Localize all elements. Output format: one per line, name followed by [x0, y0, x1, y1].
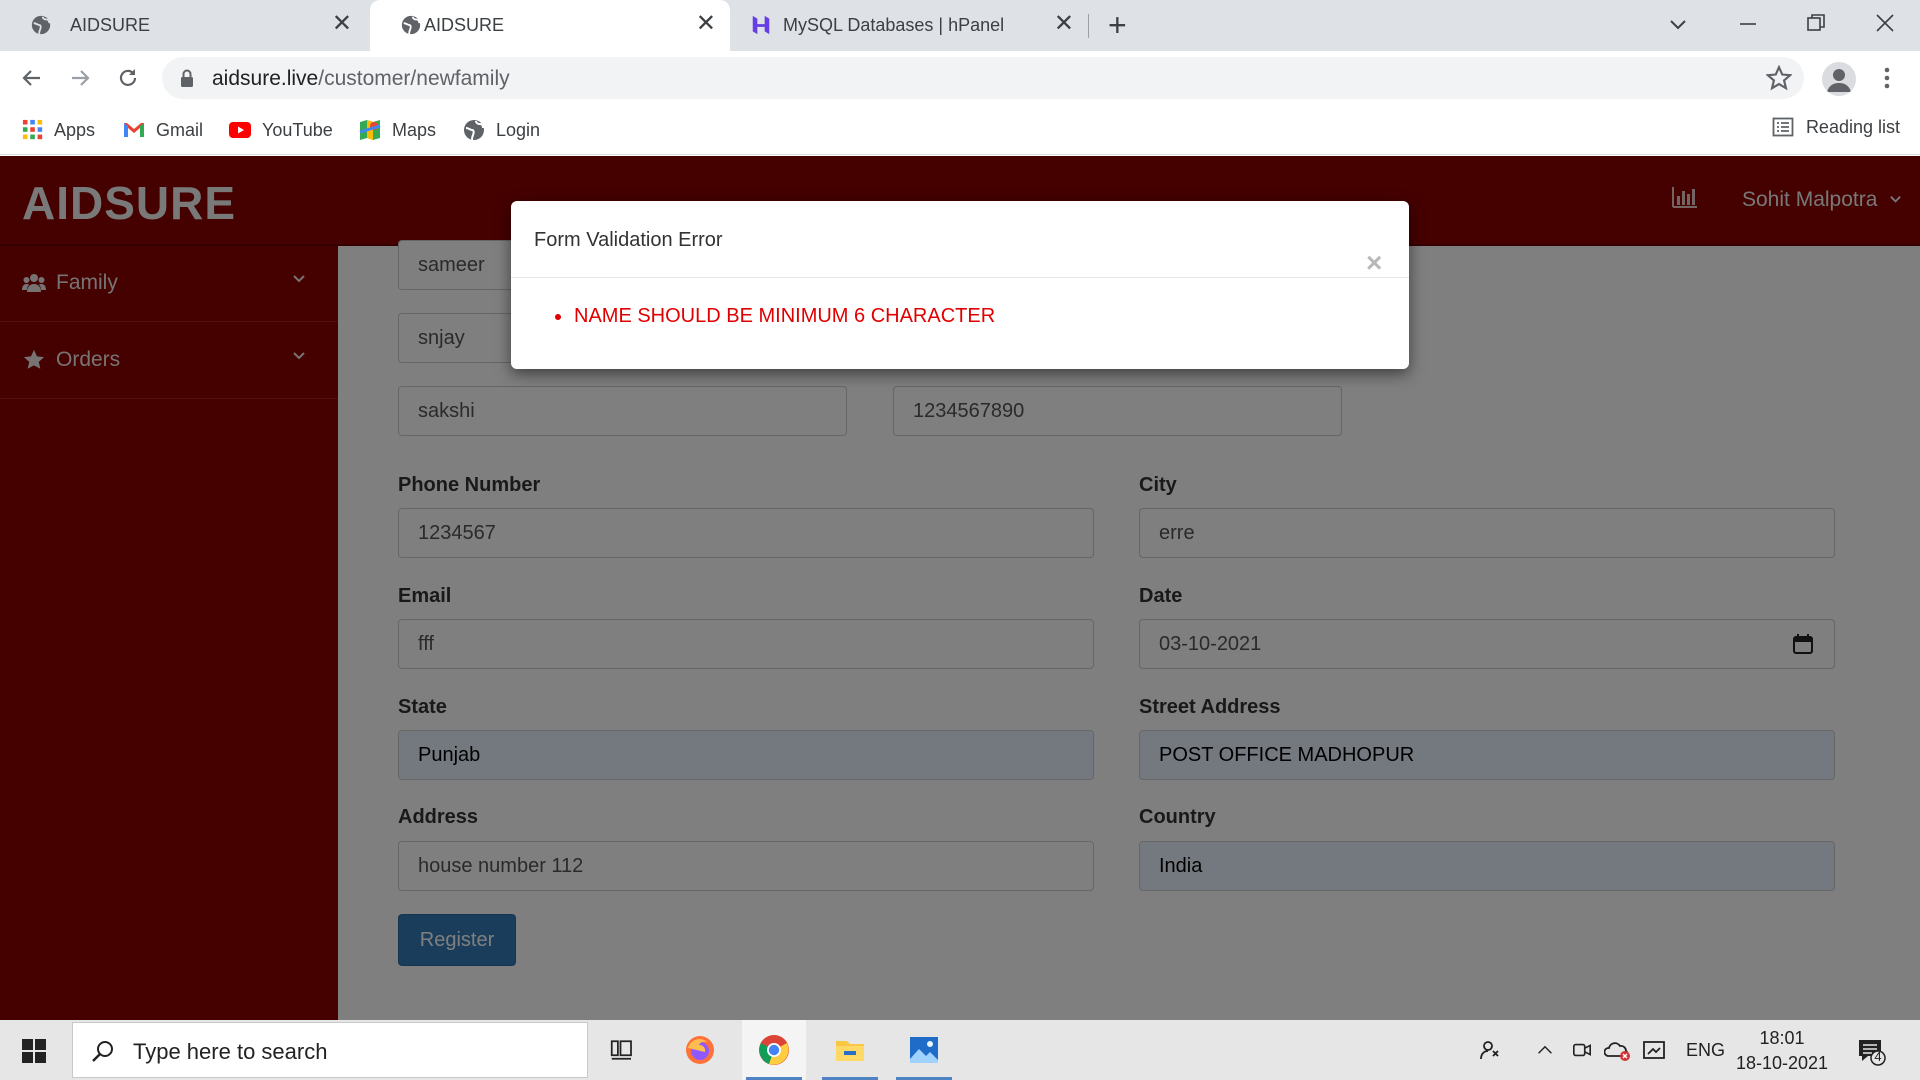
chevron-up-icon[interactable] — [1535, 1042, 1555, 1058]
taskbar-file-explorer[interactable] — [818, 1020, 882, 1080]
bookmark-apps[interactable]: Apps — [22, 116, 95, 144]
bookmark-gmail[interactable]: Gmail — [122, 116, 203, 144]
search-placeholder: Type here to search — [133, 1039, 328, 1064]
windows-start-icon[interactable] — [22, 1039, 46, 1063]
tab-aidsure-1[interactable]: AIDSURE ✕ — [0, 0, 366, 51]
hostinger-icon — [752, 15, 770, 35]
globe-icon — [464, 120, 484, 141]
bookmark-maps[interactable]: Maps — [358, 116, 436, 144]
url-host: aidsure.live — [212, 67, 319, 90]
taskbar-firefox[interactable] — [668, 1020, 732, 1080]
back-icon[interactable] — [20, 66, 44, 90]
input-language[interactable]: ENG — [1686, 1040, 1725, 1061]
more-menu-icon[interactable] — [1884, 66, 1890, 90]
browser-toolbar: aidsure.live/customer/newfamily — [0, 51, 1920, 105]
onedrive-error-icon[interactable] — [1604, 1040, 1632, 1062]
bookmark-label: Apps — [54, 119, 96, 140]
close-icon[interactable]: ✕ — [696, 12, 716, 36]
tab-title: AIDSURE — [424, 15, 505, 35]
web-page: AIDSURE Sohit Malpotra Family Orders sam… — [0, 156, 1920, 1020]
firefox-icon — [686, 1036, 714, 1064]
globe-icon — [31, 15, 51, 35]
reading-list-label: Reading list — [1805, 116, 1900, 137]
taskbar-chrome[interactable] — [742, 1020, 806, 1080]
taskbar-photos[interactable] — [892, 1020, 956, 1080]
clock-date: 18-10-2021 — [1735, 1053, 1829, 1073]
windows-taskbar: Type here to search ENG 18:01 18-10-2021… — [0, 1020, 1920, 1080]
bookmark-label: Maps — [392, 119, 437, 140]
taskbar-search-box[interactable]: Type here to search — [72, 1022, 588, 1078]
system-clock[interactable]: 18:01 18-10-2021 — [1730, 1026, 1834, 1076]
notification-count: 4 — [1874, 1049, 1882, 1064]
validation-error-message: NAME SHOULD BE MINIMUM 6 CHARACTER — [554, 305, 996, 327]
task-view-button[interactable] — [592, 1020, 656, 1080]
people-icon[interactable] — [1478, 1038, 1502, 1062]
bookmark-label: Gmail — [156, 119, 204, 140]
clock-time: 18:01 — [1759, 1028, 1805, 1048]
window-close-icon[interactable] — [1875, 13, 1895, 33]
search-icon — [92, 1041, 113, 1062]
network-icon[interactable] — [1642, 1038, 1666, 1062]
minimize-icon[interactable] — [1738, 14, 1758, 34]
forward-icon[interactable] — [68, 66, 92, 90]
modal-close-button[interactable]: × — [1366, 249, 1382, 277]
close-icon[interactable]: ✕ — [332, 12, 352, 36]
validation-error-modal: Form Validation Error × NAME SHOULD BE M… — [511, 201, 1409, 369]
url-text[interactable]: aidsure.live/customer/newfamily — [212, 67, 510, 91]
tab-title: AIDSURE — [70, 15, 151, 35]
close-icon[interactable]: ✕ — [1054, 12, 1074, 36]
photos-icon — [910, 1037, 938, 1063]
tab-separator — [1088, 14, 1089, 38]
reading-list-button[interactable]: Reading list — [1772, 116, 1900, 138]
browser-tab-strip: AIDSURE ✕ AIDSURE ✕ MySQL Databases | hP… — [0, 0, 1920, 51]
reading-list-icon — [1772, 117, 1794, 137]
gmail-icon — [124, 123, 144, 137]
tab-search-icon[interactable] — [1668, 14, 1688, 34]
tab-title: MySQL Databases | hPanel — [783, 15, 1005, 35]
restore-icon[interactable] — [1806, 13, 1826, 33]
bookmark-label: Login — [496, 119, 541, 140]
modal-title: Form Validation Error — [534, 229, 723, 251]
chrome-icon — [759, 1035, 789, 1065]
youtube-icon — [229, 122, 251, 138]
reload-icon[interactable] — [116, 66, 140, 90]
lock-icon[interactable] — [180, 69, 194, 87]
tab-aidsure-2[interactable]: AIDSURE ✕ — [370, 0, 730, 51]
address-bar[interactable]: aidsure.live/customer/newfamily — [162, 57, 1804, 99]
profile-avatar-icon[interactable] — [1822, 62, 1856, 96]
globe-icon — [401, 15, 421, 35]
url-path: /customer/newfamily — [318, 67, 510, 90]
bookmark-label: YouTube — [262, 119, 333, 140]
new-tab-button[interactable]: + — [1108, 8, 1127, 42]
tab-mysql-databases[interactable]: MySQL Databases | hPanel ✕ — [730, 0, 1088, 51]
task-view-icon — [610, 1040, 632, 1060]
action-center-button[interactable]: 4 — [1856, 1036, 1886, 1066]
bookmark-login[interactable]: Login — [462, 116, 540, 144]
apps-grid-icon — [22, 119, 43, 140]
meet-now-icon[interactable] — [1572, 1040, 1592, 1060]
modal-divider — [511, 277, 1409, 278]
file-explorer-icon — [836, 1041, 864, 1061]
bookmark-youtube[interactable]: YouTube — [228, 116, 333, 144]
bookmarks-bar: Apps Gmail YouTube Maps Login Reading li… — [0, 105, 1920, 155]
bookmark-star-icon[interactable] — [1766, 65, 1792, 91]
maps-icon — [359, 120, 381, 140]
